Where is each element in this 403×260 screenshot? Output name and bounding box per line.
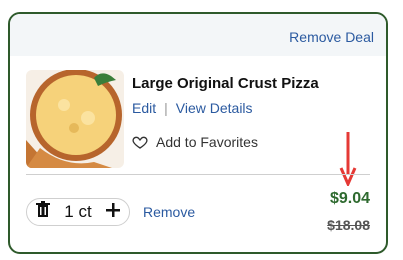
quantity-stepper: 1 ct — [26, 198, 130, 226]
divider — [26, 174, 370, 175]
item-links: Edit | View Details — [132, 100, 253, 116]
current-price: $9.04 — [329, 190, 370, 207]
heart-outline-icon — [132, 134, 148, 150]
add-to-favorites[interactable]: Add to Favorites — [132, 134, 258, 150]
remove-deal-link[interactable]: Remove Deal — [289, 29, 374, 45]
favorites-label: Add to Favorites — [156, 134, 258, 150]
quantity-value: 1 ct — [64, 202, 92, 221]
link-separator: | — [164, 100, 168, 116]
item-title: Large Original Crust Pizza — [132, 75, 319, 92]
remove-link[interactable]: Remove — [143, 204, 195, 220]
view-details-link[interactable]: View Details — [176, 100, 253, 116]
original-price: $18.08 — [327, 217, 370, 233]
trash-icon[interactable] — [35, 200, 51, 224]
down-arrow — [339, 132, 357, 186]
cart-item-card: Remove Deal Large Original Crust Pizza E… — [8, 12, 388, 254]
plus-icon[interactable] — [105, 202, 121, 223]
pizza-image[interactable] — [26, 70, 124, 168]
card-header: Remove Deal — [10, 14, 386, 56]
edit-link[interactable]: Edit — [132, 100, 156, 116]
